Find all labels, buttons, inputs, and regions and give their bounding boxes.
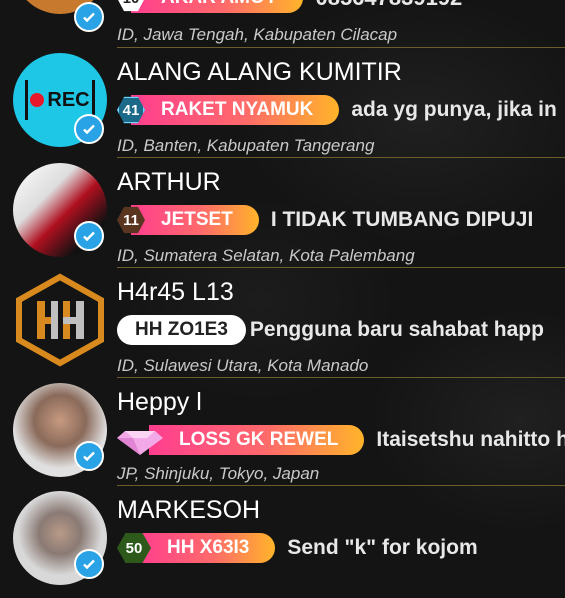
list-item[interactable]: Heppy l LOSS GK REWEL Itaisetshu nahitto…: [0, 380, 565, 490]
rec-label: REC: [47, 88, 90, 111]
location-text: ID, Sumatera Selatan, Kota Palembang: [117, 246, 415, 265]
verified-check-icon: [74, 2, 104, 32]
family-badge[interactable]: AKAR AMOY: [131, 0, 304, 13]
divider: [117, 47, 565, 48]
family-badge[interactable]: JETSET: [131, 205, 259, 235]
badge-row: 41 RAKET NYAMUK ada yg punya, jika in: [117, 93, 557, 127]
divider: [117, 377, 565, 378]
list-item[interactable]: H4r45 L13 HH ZO1E3 Pengguna baru sahabat…: [0, 270, 565, 380]
message-text: Itaisetshu nahitto hs: [376, 428, 565, 451]
badge-row: 50 HH X63I3 Send "k" for kojom: [117, 531, 478, 565]
message-text: Send "k" for kojom: [287, 536, 478, 559]
list-item[interactable]: REC ALANG ALANG KUMITIR 41 RAKET NYAMUK …: [0, 50, 565, 160]
family-badge[interactable]: RAKET NYAMUK: [131, 95, 340, 125]
username[interactable]: ALANG ALANG KUMITIR: [117, 58, 402, 87]
family-badge[interactable]: HH X63I3: [137, 533, 276, 563]
family-badge[interactable]: HH ZO1E3: [117, 315, 246, 345]
location-text: ID, Jawa Tengah, Kabupaten Cilacap: [117, 25, 398, 44]
location-text: ID, Sulawesi Utara, Kota Manado: [117, 356, 369, 375]
verified-check-icon: [74, 221, 104, 251]
divider: [117, 485, 565, 486]
badge-row: 11 JETSET I TIDAK TUMBANG DIPUJI: [117, 203, 533, 237]
divider: [117, 267, 565, 268]
hh-logo-avatar[interactable]: [13, 273, 107, 367]
family-badge[interactable]: LOSS GK REWEL: [149, 425, 365, 455]
message-text: 085647839192: [315, 0, 462, 11]
username[interactable]: H4r45 L13: [117, 278, 234, 307]
location-text: JP, Shinjuku, Tokyo, Japan: [117, 464, 320, 483]
list-item[interactable]: 10 AKAR AMOY 085647839192 ID, Jawa Tenga…: [0, 0, 565, 48]
message-text: ada yg punya, jika in: [351, 98, 557, 121]
verified-check-icon: [74, 114, 104, 144]
badge-row: HH ZO1E3 Pengguna baru sahabat happ: [117, 313, 544, 347]
badge-row: 10 AKAR AMOY 085647839192: [117, 0, 462, 15]
badge-row: LOSS GK REWEL Itaisetshu nahitto hs: [117, 423, 565, 457]
verified-check-icon: [74, 441, 104, 471]
username[interactable]: ARTHUR: [117, 168, 221, 197]
list-item[interactable]: ARTHUR 11 JETSET I TIDAK TUMBANG DIPUJI …: [0, 160, 565, 270]
diamond-icon: [117, 425, 163, 455]
location-text: ID, Banten, Kabupaten Tangerang: [117, 136, 375, 155]
verified-check-icon: [74, 549, 104, 579]
record-dot-icon: [30, 93, 45, 107]
username[interactable]: Heppy l: [117, 388, 202, 417]
list-item[interactable]: MARKESOH 50 HH X63I3 Send "k" for kojom: [0, 488, 565, 598]
username[interactable]: MARKESOH: [117, 496, 260, 525]
divider: [117, 157, 565, 158]
message-text: Pengguna baru sahabat happ: [249, 318, 544, 341]
message-text: I TIDAK TUMBANG DIPUJI: [270, 208, 534, 231]
